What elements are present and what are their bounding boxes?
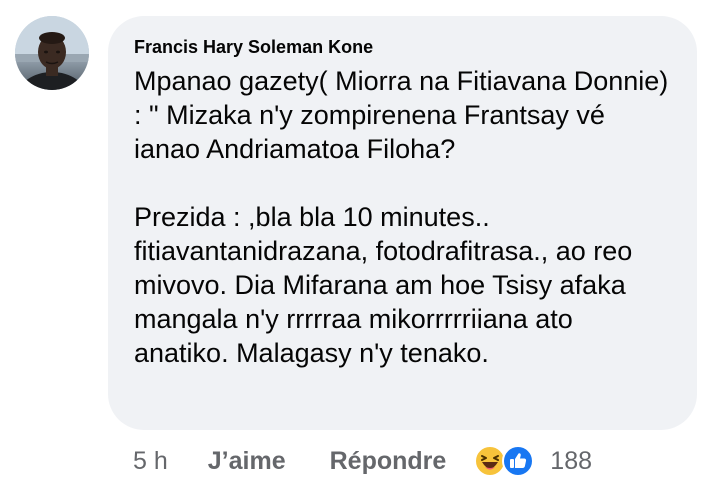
avatar-photo [15,16,89,90]
comment-timestamp[interactable]: 5 h [133,447,168,476]
comment: Francis Hary Soleman Kone Mpanao gazety(… [0,0,720,485]
comment-text: Mpanao gazety( Miorra na Fitiavana Donni… [134,66,669,368]
reaction-icons [474,444,536,478]
like-button[interactable]: J’aime [208,447,286,476]
reaction-count: 188 [550,446,593,475]
reply-button[interactable]: Répondre [330,447,447,476]
avatar[interactable] [15,16,89,90]
comment-author[interactable]: Francis Hary Soleman Kone [134,36,673,58]
like-icon [502,445,535,477]
comment-bubble: Francis Hary Soleman Kone Mpanao gazety(… [108,16,697,430]
comment-actions: 5 h J’aime Répondre 188 [133,444,592,478]
reactions-summary[interactable]: 188 [474,444,592,478]
